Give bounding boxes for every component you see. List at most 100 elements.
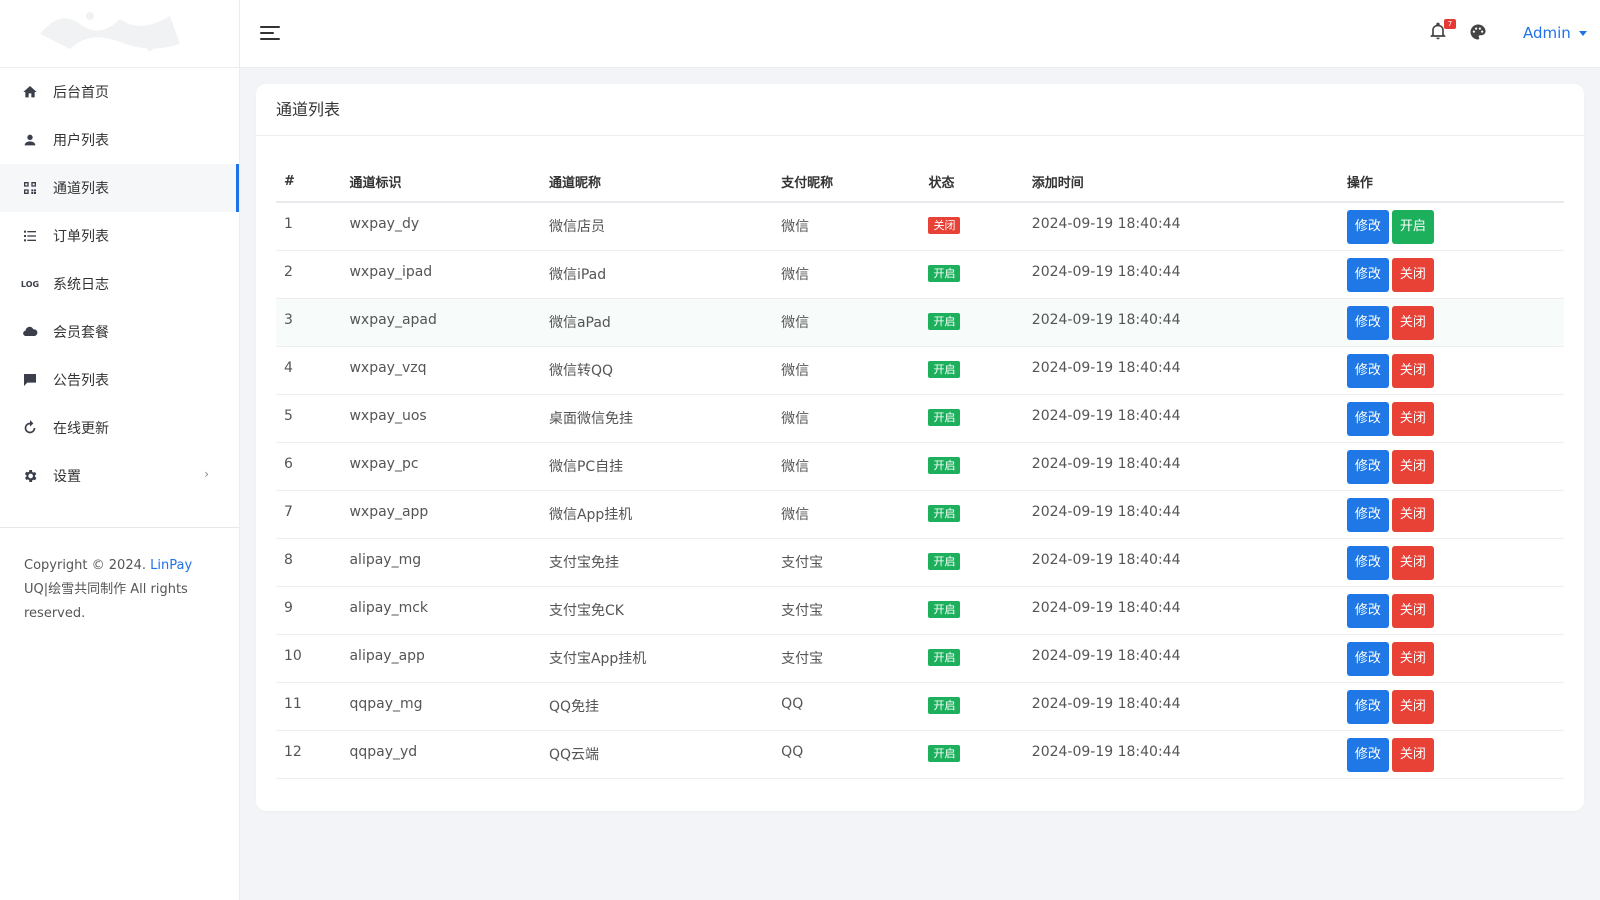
sidebar-item-label: 订单列表 (53, 229, 109, 245)
table-row: 1 wxpay_dy 微信店员 微信 关闭 2024-09-19 18:40:44 修改 开启 (276, 202, 1564, 251)
channel-code: wxpay_dy (341, 202, 541, 251)
row-index: 12 (276, 730, 342, 779)
notification-badge: 7 (1444, 19, 1456, 29)
channel-code: wxpay_uos (341, 394, 541, 443)
edit-button[interactable]: 修改 (1346, 737, 1389, 772)
logo[interactable] (0, 0, 239, 68)
sidebar-item-label: 会员套餐 (53, 325, 109, 341)
palette-icon[interactable] (1469, 23, 1489, 43)
pay-name: 支付宝 (773, 586, 921, 635)
edit-button[interactable]: 修改 (1346, 305, 1389, 340)
chevron-right-icon: › (204, 467, 209, 481)
sidebar-item-5[interactable]: 会员套餐 (0, 308, 239, 356)
disable-button[interactable]: 关闭 (1391, 641, 1434, 676)
pay-name: 微信 (773, 250, 921, 299)
added-time: 2024-09-19 18:40:44 (1023, 250, 1339, 299)
edit-button[interactable]: 修改 (1346, 497, 1389, 532)
channel-code: wxpay_apad (341, 298, 541, 347)
pay-name: 微信 (773, 394, 921, 443)
log-icon: LOG (20, 279, 40, 289)
edit-button[interactable]: 修改 (1346, 689, 1389, 724)
edit-button[interactable]: 修改 (1346, 401, 1389, 436)
channel-table: # 通道标识 通道昵称 支付昵称 状态 添加时间 操作 1 wxpay_dy 微信店员 微信 关闭 2… (276, 162, 1564, 779)
status-badge: 开启 (928, 456, 961, 474)
channel-code: wxpay_ipad (341, 250, 541, 299)
logo-icon (40, 12, 180, 51)
disable-button[interactable]: 关闭 (1391, 593, 1434, 628)
row-index: 9 (276, 586, 342, 635)
edit-button[interactable]: 修改 (1346, 210, 1389, 244)
status-cell: 开启 (920, 394, 1024, 443)
sidebar-item-2[interactable]: 通道列表 (0, 164, 239, 212)
channel-name: 微信店员 (540, 202, 774, 251)
pay-name: 支付宝 (773, 634, 921, 683)
actions-cell: 修改 关闭 (1338, 490, 1564, 539)
actions-cell: 修改 关闭 (1338, 298, 1564, 347)
table-row: 8 alipay_mg 支付宝免挂 支付宝 开启 2024-09-19 18:40:44 修… (276, 538, 1564, 587)
enable-button[interactable]: 开启 (1391, 210, 1434, 244)
added-time: 2024-09-19 18:40:44 (1023, 538, 1339, 587)
sidebar-item-8[interactable]: 设置 › (0, 452, 239, 500)
sidebar-item-label: 用户列表 (53, 133, 109, 149)
added-time: 2024-09-19 18:40:44 (1023, 394, 1339, 443)
topbar: 7 Admin (240, 0, 1600, 68)
sidebar-item-3[interactable]: 订单列表 (0, 212, 239, 260)
edit-button[interactable]: 修改 (1346, 353, 1389, 388)
status-cell: 开启 (920, 298, 1024, 347)
disable-button[interactable]: 关闭 (1391, 353, 1434, 388)
disable-button[interactable]: 关闭 (1391, 737, 1434, 772)
status-badge: 开启 (928, 552, 961, 570)
status-cell: 开启 (920, 346, 1024, 395)
edit-button[interactable]: 修改 (1346, 545, 1389, 580)
sidebar-item-6[interactable]: 公告列表 (0, 356, 239, 404)
actions-cell: 修改 关闭 (1338, 538, 1564, 587)
edit-button[interactable]: 修改 (1346, 257, 1389, 292)
menu-toggle-icon[interactable] (260, 24, 280, 42)
actions-cell: 修改 关闭 (1338, 730, 1564, 779)
table-row: 7 wxpay_app 微信App挂机 微信 开启 2024-09-19 18:40:44… (276, 490, 1564, 539)
disable-button[interactable]: 关闭 (1391, 689, 1434, 724)
pay-name: QQ (773, 682, 921, 731)
disable-button[interactable]: 关闭 (1391, 545, 1434, 580)
home-icon (22, 84, 38, 100)
row-index: 10 (276, 634, 342, 683)
disable-button[interactable]: 关闭 (1391, 401, 1434, 436)
channel-code: wxpay_pc (341, 442, 541, 491)
channel-name: 微信PC自挂 (540, 442, 774, 491)
user-menu[interactable]: Admin (1523, 24, 1587, 42)
table-row: 5 wxpay_uos 桌面微信免挂 微信 开启 2024-09-19 18:40:44 修… (276, 394, 1564, 443)
disable-button[interactable]: 关闭 (1391, 305, 1434, 340)
brand-link[interactable]: LinPay (150, 558, 192, 573)
edit-button[interactable]: 修改 (1346, 593, 1389, 628)
added-time: 2024-09-19 18:40:44 (1023, 202, 1339, 251)
edit-button[interactable]: 修改 (1346, 641, 1389, 676)
table-row: 9 alipay_mck 支付宝免CK 支付宝 开启 2024-09-19 18:40:4… (276, 586, 1564, 635)
channel-name: 支付宝免CK (540, 586, 774, 635)
status-cell: 开启 (920, 538, 1024, 587)
row-index: 8 (276, 538, 342, 587)
cloud-icon (22, 324, 38, 340)
status-badge: 开启 (928, 744, 961, 762)
disable-button[interactable]: 关闭 (1391, 497, 1434, 532)
disable-button[interactable]: 关闭 (1391, 449, 1434, 484)
status-cell: 开启 (920, 442, 1024, 491)
disable-button[interactable]: 关闭 (1391, 257, 1434, 292)
channel-list-card: 通道列表 # 通道标识 通道昵称 支付昵称 状态 添加时间 操作 1 wxpay_dy 微信店员… (256, 84, 1584, 811)
sidebar-item-7[interactable]: 在线更新 (0, 404, 239, 452)
table-row: 11 qqpay_mg QQ免挂 QQ 开启 2024-09-19 18:40:44 修改关… (276, 682, 1564, 731)
column-header: 支付昵称 (773, 162, 921, 203)
sidebar-item-0[interactable]: 后台首页 (0, 68, 239, 116)
column-header: 操作 (1338, 162, 1564, 203)
status-badge: 开启 (928, 600, 961, 618)
actions-cell: 修改 关闭 (1338, 346, 1564, 395)
sidebar-item-4[interactable]: LOG 系统日志 (0, 260, 239, 308)
status-cell: 开启 (920, 682, 1024, 731)
user-name: Admin (1523, 24, 1571, 42)
column-header: 通道昵称 (540, 162, 774, 203)
sidebar-item-1[interactable]: 用户列表 (0, 116, 239, 164)
added-time: 2024-09-19 18:40:44 (1023, 298, 1339, 347)
status-cell: 开启 (920, 730, 1024, 779)
channel-code: wxpay_app (341, 490, 541, 539)
actions-cell: 修改 关闭 (1338, 634, 1564, 683)
edit-button[interactable]: 修改 (1346, 449, 1389, 484)
